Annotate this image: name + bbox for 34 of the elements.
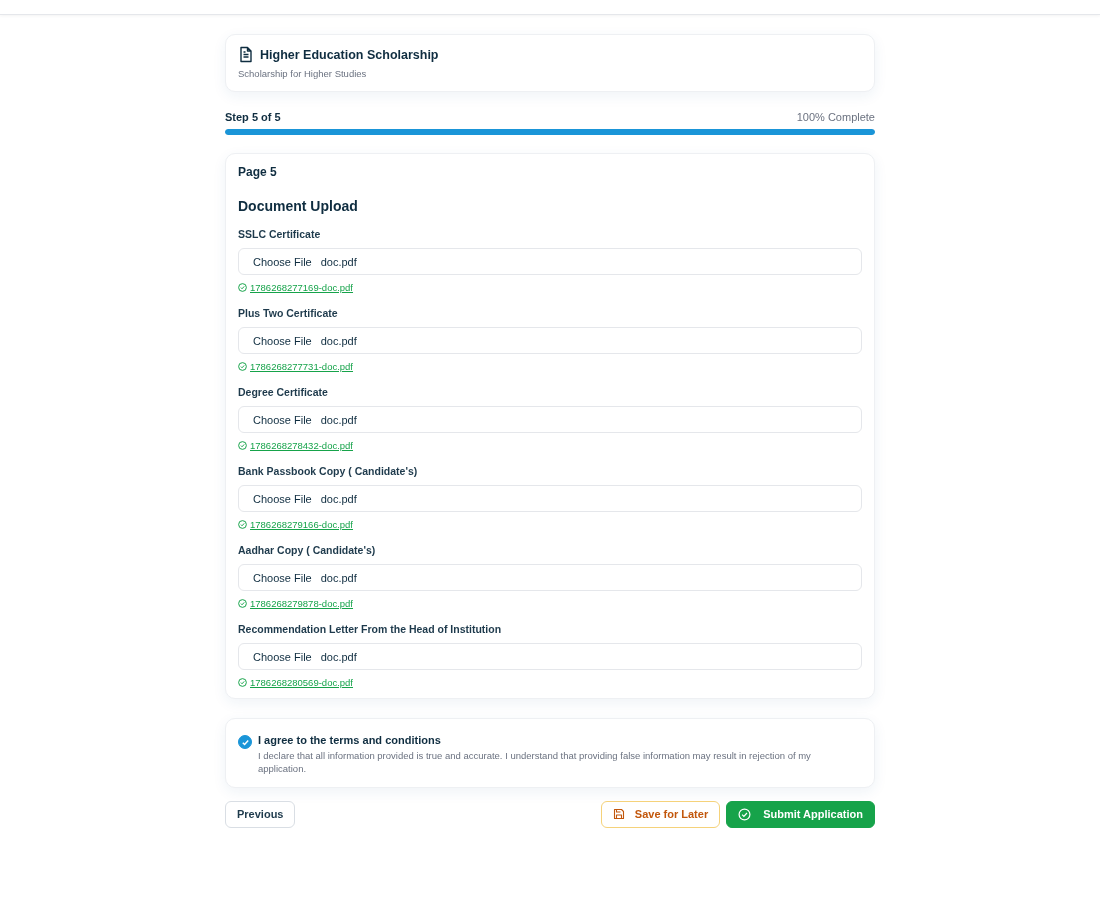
- agreement-checkbox[interactable]: [238, 735, 252, 749]
- file-input[interactable]: Choose File doc.pdf: [238, 406, 862, 433]
- file-input[interactable]: Choose File doc.pdf: [238, 327, 862, 354]
- field-label: SSLC Certificate: [238, 228, 322, 240]
- uploaded-file-link[interactable]: 1786268279878-doc.pdf: [250, 598, 353, 609]
- uploaded-file-link[interactable]: 1786268280569-doc.pdf: [250, 677, 353, 688]
- previous-button[interactable]: Previous: [225, 800, 296, 828]
- checkmark-icon: [240, 737, 250, 747]
- file-input[interactable]: Choose File doc.pdf: [238, 564, 862, 591]
- field-label: Bank Passbook Copy ( Candidate's): [238, 465, 419, 477]
- check-circle-icon: [738, 807, 752, 821]
- form-subtitle: Scholarship for Higher Studies: [238, 68, 368, 79]
- save-for-later-button[interactable]: Save for Later: [600, 800, 721, 828]
- field-label: Recommendation Letter From the Head of Institution: [238, 623, 503, 635]
- save-icon: [612, 808, 625, 821]
- file-input[interactable]: Choose File doc.pdf: [238, 485, 862, 512]
- step-label: Step 5 of 5: [225, 111, 281, 123]
- field-label: Aadhar Copy ( Candidate's): [238, 544, 377, 556]
- uploaded-file-link[interactable]: 1786268279166-doc.pdf: [250, 519, 353, 530]
- file-input[interactable]: Choose File doc.pdf: [238, 248, 862, 275]
- page-label: Page 5: [238, 165, 278, 179]
- submit-application-button[interactable]: Submit Application: [726, 800, 875, 828]
- uploaded-file-link[interactable]: 1786268277169-doc.pdf: [250, 282, 353, 293]
- percent-complete: 100% Complete: [796, 111, 875, 123]
- document-icon: [238, 46, 254, 63]
- uploaded-file-link[interactable]: 1786268277731-doc.pdf: [250, 361, 353, 372]
- field-label: Plus Two Certificate: [238, 307, 339, 319]
- uploaded-file-link[interactable]: 1786268278432-doc.pdf: [250, 440, 353, 451]
- file-input[interactable]: Choose File doc.pdf: [238, 643, 862, 670]
- field-label: Degree Certificate: [238, 386, 329, 398]
- agreement-title: I agree to the terms and conditions: [258, 734, 442, 746]
- form-title: Higher Education Scholarship: [260, 47, 439, 62]
- section-title: Document Upload: [238, 198, 359, 214]
- agreement-text: I declare that all information provided is true and accurate. I understand that providing false information may result in rejection of my application.: [258, 750, 812, 776]
